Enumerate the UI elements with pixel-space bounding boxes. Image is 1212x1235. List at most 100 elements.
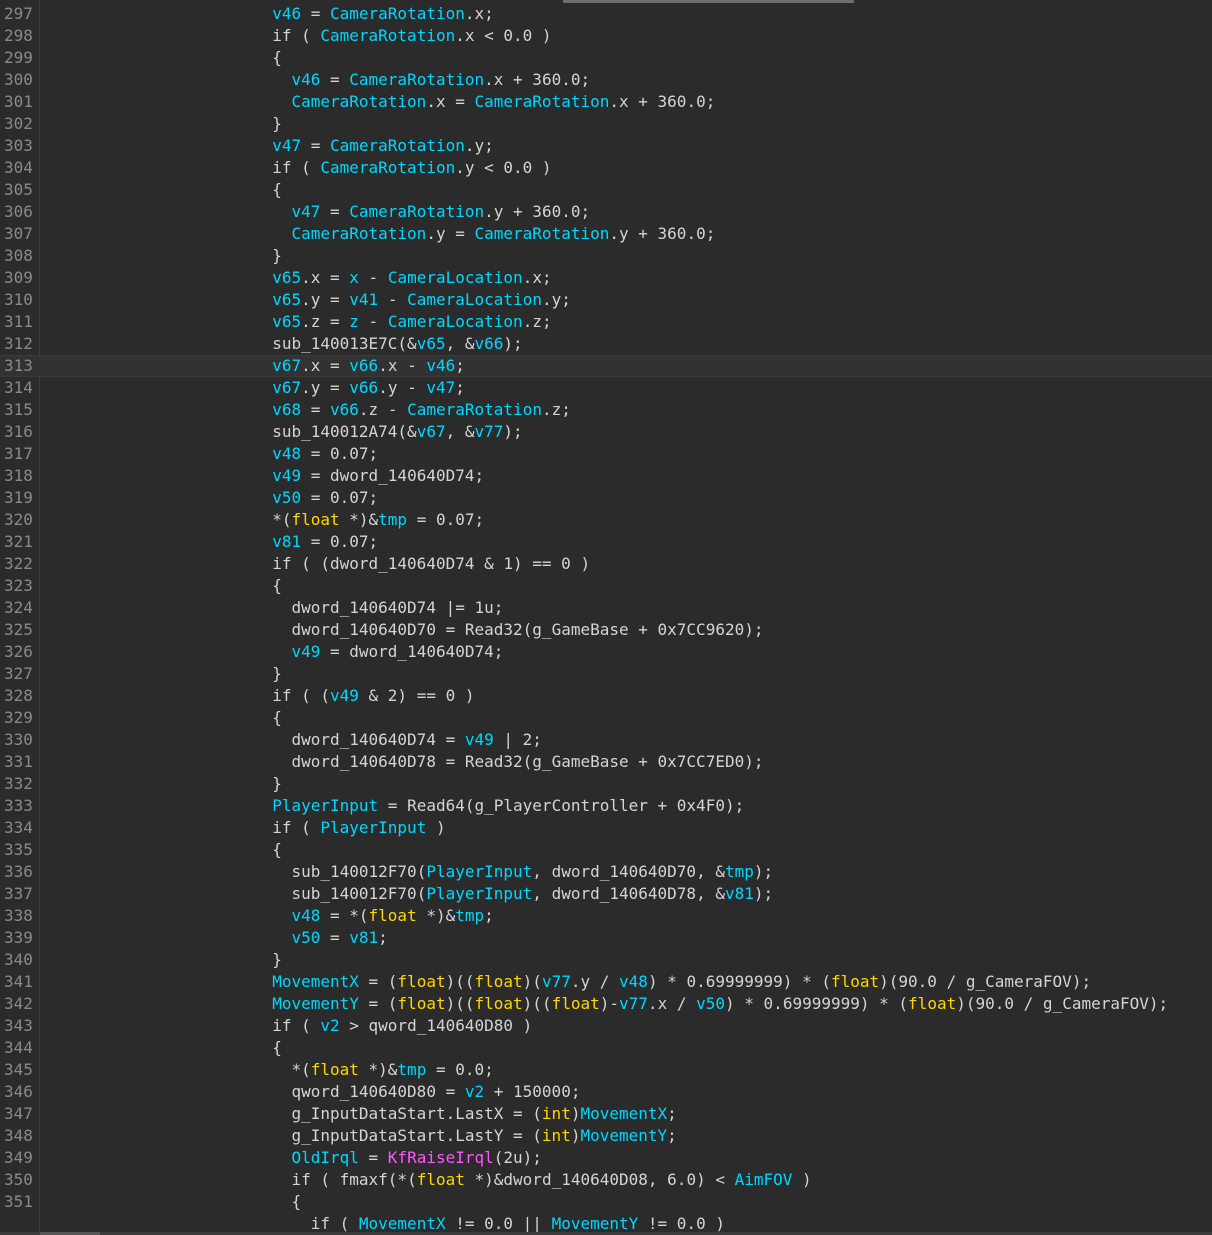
line-number: 311 [4, 312, 33, 331]
line-number: 351 [4, 1192, 33, 1211]
code-text: } [41, 664, 282, 683]
code-text: dword_140640D74 = v49 | 2; [291, 730, 542, 749]
code-line[interactable]: 307 CameraRotation.y = CameraRotation.y … [0, 223, 1212, 245]
code-line[interactable]: 350 if ( fmaxf(*(float *)&dword_140640D0… [0, 1169, 1212, 1191]
code-line[interactable]: 300 v46 = CameraRotation.x + 360.0; [0, 69, 1212, 91]
line-number: 326 [4, 642, 33, 661]
line-number: 334 [4, 818, 33, 837]
code-text: if ( CameraRotation.x < 0.0 ) [272, 26, 552, 45]
code-line[interactable]: 344 { [0, 1037, 1212, 1059]
code-line[interactable]: 318 v49 = dword_140640D74; [0, 465, 1212, 487]
line-number: 335 [4, 840, 33, 859]
code-line[interactable]: 339 v50 = v81; [0, 927, 1212, 949]
line-number: 309 [4, 268, 33, 287]
code-line[interactable]: 329 { [0, 707, 1212, 729]
code-text: v65.x = x - CameraLocation.x; [272, 268, 552, 287]
code-line[interactable]: 312 sub_140013E7C(&v65, &v66); [0, 333, 1212, 355]
code-line[interactable]: 325 dword_140640D70 = Read32(g_GameBase … [0, 619, 1212, 641]
code-line[interactable]: 322 if ( (dword_140640D74 & 1) == 0 ) [0, 553, 1212, 575]
code-text: v49 = dword_140640D74; [291, 642, 504, 661]
code-line[interactable]: 332 } [0, 773, 1212, 795]
code-line[interactable]: 309 v65.x = x - CameraLocation.x; [0, 267, 1212, 289]
code-text: CameraRotation.x = CameraRotation.x + 36… [291, 92, 716, 111]
code-line[interactable]: 326 v49 = dword_140640D74; [0, 641, 1212, 663]
code-line[interactable]: 304 if ( CameraRotation.y < 0.0 ) [0, 157, 1212, 179]
code-text: sub_140013E7C(&v65, &v66); [272, 334, 523, 353]
code-text: v46 = CameraRotation.x + 360.0; [291, 70, 591, 89]
code-line[interactable]: 346 qword_140640D80 = v2 + 150000; [0, 1081, 1212, 1103]
code-text: { [41, 708, 282, 727]
code-line[interactable]: 327 } [0, 663, 1212, 685]
code-line[interactable]: 301 CameraRotation.x = CameraRotation.x … [0, 91, 1212, 113]
code-line[interactable]: 337 sub_140012F70(PlayerInput, dword_140… [0, 883, 1212, 905]
code-text: } [41, 774, 282, 793]
code-line[interactable]: 349 OldIrql = KfRaiseIrql(2u); [0, 1147, 1212, 1169]
code-line[interactable]: 319 v50 = 0.07; [0, 487, 1212, 509]
code-line[interactable]: 330 dword_140640D74 = v49 | 2; [0, 729, 1212, 751]
line-number: 305 [4, 180, 33, 199]
line-number: 300 [4, 70, 33, 89]
code-text: { [41, 180, 282, 199]
code-line[interactable]: 328 if ( (v49 & 2) == 0 ) [0, 685, 1212, 707]
code-line[interactable]: 299 { [0, 47, 1212, 69]
code-line[interactable]: 303 v47 = CameraRotation.y; [0, 135, 1212, 157]
code-line[interactable]: 338 v48 = *(float *)&tmp; [0, 905, 1212, 927]
pseudocode-editor[interactable]: 297 v46 = CameraRotation.x; 298 if ( Came… [0, 0, 1212, 1235]
code-text: v65.z = z - CameraLocation.z; [272, 312, 552, 331]
code-line[interactable]: 320 *(float *)&tmp = 0.07; [0, 509, 1212, 531]
code-line[interactable]: 321 v81 = 0.07; [0, 531, 1212, 553]
code-text: { [41, 1038, 282, 1057]
code-line[interactable]: 324 dword_140640D74 |= 1u; [0, 597, 1212, 619]
code-text: *(float *)&tmp = 0.07; [41, 510, 485, 529]
code-line[interactable]: 334 if ( PlayerInput ) [0, 817, 1212, 839]
line-number: 319 [4, 488, 33, 507]
code-line[interactable]: 343 if ( v2 > qword_140640D80 ) [0, 1015, 1212, 1037]
code-line[interactable]: 305 { [0, 179, 1212, 201]
code-text: OldIrql = KfRaiseIrql(2u); [291, 1148, 542, 1167]
code-text: { [41, 48, 282, 67]
code-line[interactable]: 340 } [0, 949, 1212, 971]
code-line[interactable]: 333 PlayerInput = Read64(g_PlayerControl… [0, 795, 1212, 817]
code-line[interactable]: 336 sub_140012F70(PlayerInput, dword_140… [0, 861, 1212, 883]
code-line[interactable]: 323 { [0, 575, 1212, 597]
code-line[interactable]: 313 v67.x = v66.x - v46; [0, 355, 1212, 377]
code-line[interactable]: 317 v48 = 0.07; [0, 443, 1212, 465]
line-number: 350 [4, 1170, 33, 1189]
code-line[interactable]: 351 { [0, 1191, 1212, 1213]
code-text: dword_140640D78 = Read32(g_GameBase + 0x… [291, 752, 764, 771]
code-line[interactable]: 342 MovementY = (float)((float)((float)-… [0, 993, 1212, 1015]
line-number: 320 [4, 510, 33, 529]
line-number: 349 [4, 1148, 33, 1167]
line-number: 321 [4, 532, 33, 551]
code-line[interactable]: 341 MovementX = (float)((float)(v77.y / … [0, 971, 1212, 993]
code-text: qword_140640D80 = v2 + 150000; [291, 1082, 581, 1101]
code-line[interactable]: 306 v47 = CameraRotation.y + 360.0; [0, 201, 1212, 223]
code-line[interactable]: 331 dword_140640D78 = Read32(g_GameBase … [0, 751, 1212, 773]
line-number: 336 [4, 862, 33, 881]
code-line[interactable]: 302 } [0, 113, 1212, 135]
code-line[interactable]: 345 *(float *)&tmp = 0.0; [0, 1059, 1212, 1081]
code-line[interactable]: 298 if ( CameraRotation.x < 0.0 ) [0, 25, 1212, 47]
code-line[interactable]: 310 v65.y = v41 - CameraLocation.y; [0, 289, 1212, 311]
code-line[interactable]: 335 { [0, 839, 1212, 861]
code-line[interactable]: 347 g_InputDataStart.LastX = (int)Moveme… [0, 1103, 1212, 1125]
code-text: dword_140640D74 |= 1u; [291, 598, 504, 617]
line-number: 337 [4, 884, 33, 903]
code-line[interactable]: 297 v46 = CameraRotation.x; [0, 3, 1212, 25]
code-text: MovementY = (float)((float)((float)-v77.… [272, 994, 1169, 1013]
code-line[interactable]: 316 sub_140012A74(&v67, &v77); [0, 421, 1212, 443]
code-text: sub_140012F70(PlayerInput, dword_140640D… [291, 862, 774, 881]
line-number: 322 [4, 554, 33, 573]
code-text: v68 = v66.z - CameraRotation.z; [272, 400, 571, 419]
code-line[interactable]: 314 v67.y = v66.y - v47; [0, 377, 1212, 399]
code-line[interactable]: 315 v68 = v66.z - CameraRotation.z; [0, 399, 1212, 421]
line-number: 315 [4, 400, 33, 419]
code-line[interactable]: 308 } [0, 245, 1212, 267]
code-text: v67.x = v66.x - v46; [272, 356, 465, 375]
code-line[interactable]: 348 g_InputDataStart.LastY = (int)Moveme… [0, 1125, 1212, 1147]
line-number: 328 [4, 686, 33, 705]
code-line[interactable]: 311 v65.z = z - CameraLocation.z; [0, 311, 1212, 333]
code-text: v46 = CameraRotation.x; [272, 4, 494, 23]
code-text: { [41, 576, 282, 595]
line-number: 330 [4, 730, 33, 749]
